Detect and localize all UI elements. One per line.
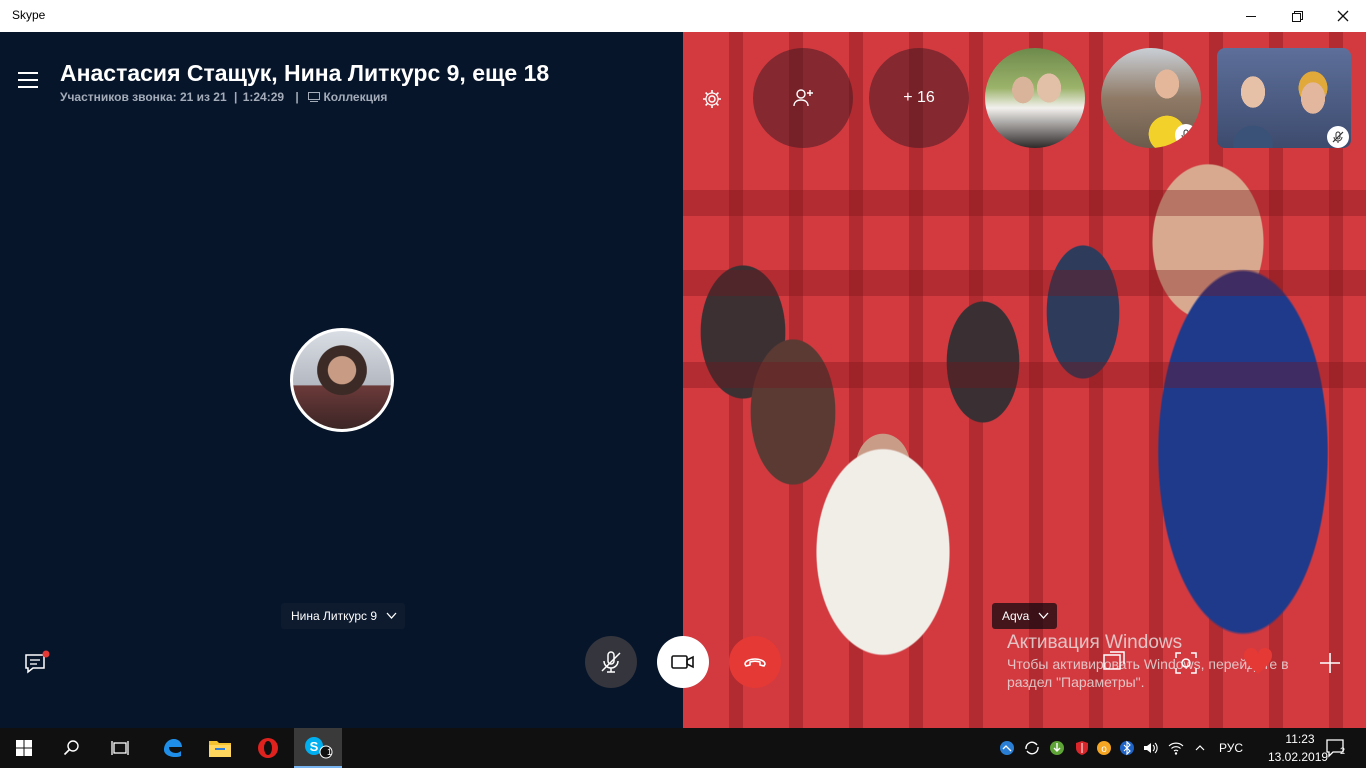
camera-capture-icon <box>1175 652 1197 674</box>
call-title: Анастасия Стащук, Нина Литкурс 9, еще 18 <box>60 60 550 86</box>
skype-window: Skype Анастасия Стащук, Нина Литкурс 9, … <box>0 0 1366 768</box>
muted-badge <box>1175 124 1197 146</box>
plus-icon <box>1320 653 1340 673</box>
video-toggle-button[interactable] <box>657 636 709 688</box>
reaction-button[interactable] <box>1243 647 1273 674</box>
skype-badge: 1 <box>327 747 333 757</box>
call-subtitle: Участников звонка: 21 из 21 | 1:24:29 | … <box>60 90 387 104</box>
input-language[interactable]: РУС <box>1219 741 1243 755</box>
end-call-button[interactable] <box>729 636 781 688</box>
participant-thumbnail[interactable] <box>985 48 1085 148</box>
participant-name-dropdown[interactable]: Нина Литкурс 9 <box>281 603 406 629</box>
seat-row <box>683 270 1366 296</box>
hang-up-icon <box>744 658 766 667</box>
video-participant-name: Aqva <box>1002 609 1030 623</box>
more-participants-button[interactable]: + 16 <box>869 48 969 148</box>
seat-row <box>683 190 1366 216</box>
participant-thumbnail[interactable] <box>1217 48 1351 148</box>
action-center-button[interactable]: 2 <box>1316 728 1356 768</box>
participant-name: Нина Литкурс 9 <box>291 609 378 623</box>
participant-avatar <box>290 328 394 432</box>
mute-microphone-button[interactable] <box>585 636 637 688</box>
share-screen-button[interactable] <box>1101 650 1127 676</box>
windows-taskbar: S 1 o РУС 11:23 13.02.2019 2 <box>0 728 1366 768</box>
torrent-icon[interactable] <box>1049 740 1065 756</box>
clock-time[interactable]: 11:23 <box>1280 732 1320 746</box>
add-person-icon <box>793 89 813 107</box>
sync-icon[interactable] <box>1024 740 1040 756</box>
restore-icon <box>1291 10 1303 22</box>
window-titlebar: Skype <box>0 0 1366 32</box>
chat-icon <box>25 650 50 674</box>
search-icon <box>63 740 79 756</box>
video-participant-dropdown[interactable]: Aqva <box>992 603 1058 629</box>
minimize-icon <box>1245 15 1256 17</box>
call-info-pane: Анастасия Стащук, Нина Литкурс 9, еще 18… <box>0 32 683 728</box>
main-video: + 16 Aqva Активация Windows Чтобы активи… <box>683 32 1366 728</box>
folder-icon <box>209 741 231 757</box>
chevron-up-icon[interactable] <box>1192 740 1208 756</box>
minimize-button[interactable] <box>1228 0 1274 32</box>
separator: | <box>234 90 238 104</box>
menu-icon <box>18 72 38 74</box>
gallery-icon <box>308 92 321 102</box>
taskbar-search-button[interactable] <box>48 728 96 768</box>
add-button[interactable] <box>1317 650 1343 676</box>
share-screen-icon <box>1103 651 1125 670</box>
gear-icon <box>703 90 721 108</box>
restore-button[interactable] <box>1274 0 1320 32</box>
edge-browser-icon <box>164 739 182 757</box>
more-participants-label: + 16 <box>903 89 935 106</box>
windows-logo-icon <box>16 740 32 756</box>
task-view-icon <box>111 741 129 755</box>
seat-row <box>683 362 1366 388</box>
collection-link[interactable]: Коллекция <box>308 90 387 104</box>
network-share-icon[interactable] <box>999 740 1015 756</box>
muted-badge <box>1327 126 1349 148</box>
mic-off-icon <box>1180 129 1192 141</box>
settings-button[interactable] <box>701 88 723 110</box>
task-view-button[interactable] <box>96 728 144 768</box>
update-icon[interactable]: o <box>1096 740 1112 756</box>
menu-icon-bar <box>18 86 38 88</box>
opera-icon <box>258 738 278 758</box>
add-participant-button[interactable] <box>753 48 853 148</box>
bluetooth-icon[interactable] <box>1119 740 1135 756</box>
participant-thumbnail[interactable] <box>1101 48 1201 148</box>
separator: | <box>295 90 299 104</box>
heart-icon <box>1243 647 1273 674</box>
close-button[interactable] <box>1320 0 1366 32</box>
mic-off-icon <box>601 651 621 673</box>
taskbar-file-explorer[interactable] <box>196 728 244 768</box>
menu-icon-bar <box>18 79 38 81</box>
window-title: Skype <box>12 8 46 22</box>
call-duration: 1:24:29 <box>242 90 285 104</box>
collection-label: Коллекция <box>323 90 388 104</box>
participants-count: Участников звонка: 21 из 21 <box>60 90 227 104</box>
shield-icon[interactable] <box>1074 740 1090 756</box>
watermark-line: раздел "Параметры". <box>1007 674 1145 690</box>
chat-button[interactable] <box>24 650 50 674</box>
svg-text:S: S <box>310 739 319 754</box>
taskbar-opera[interactable] <box>244 728 292 768</box>
mic-off-icon <box>1332 131 1344 143</box>
notifications-count: 2 <box>1340 746 1346 756</box>
volume-icon[interactable] <box>1142 740 1158 756</box>
taskbar-edge[interactable] <box>148 728 196 768</box>
chevron-down-icon <box>386 603 397 640</box>
start-button[interactable] <box>0 728 48 768</box>
video-camera-icon <box>671 655 694 669</box>
snapshot-button[interactable] <box>1173 650 1199 676</box>
wifi-icon[interactable] <box>1168 740 1184 756</box>
notification-dot <box>42 650 50 658</box>
svg-text:o: o <box>1101 744 1107 755</box>
menu-button[interactable] <box>18 72 38 88</box>
taskbar-skype[interactable]: S 1 <box>294 728 342 768</box>
close-icon <box>1337 10 1349 22</box>
